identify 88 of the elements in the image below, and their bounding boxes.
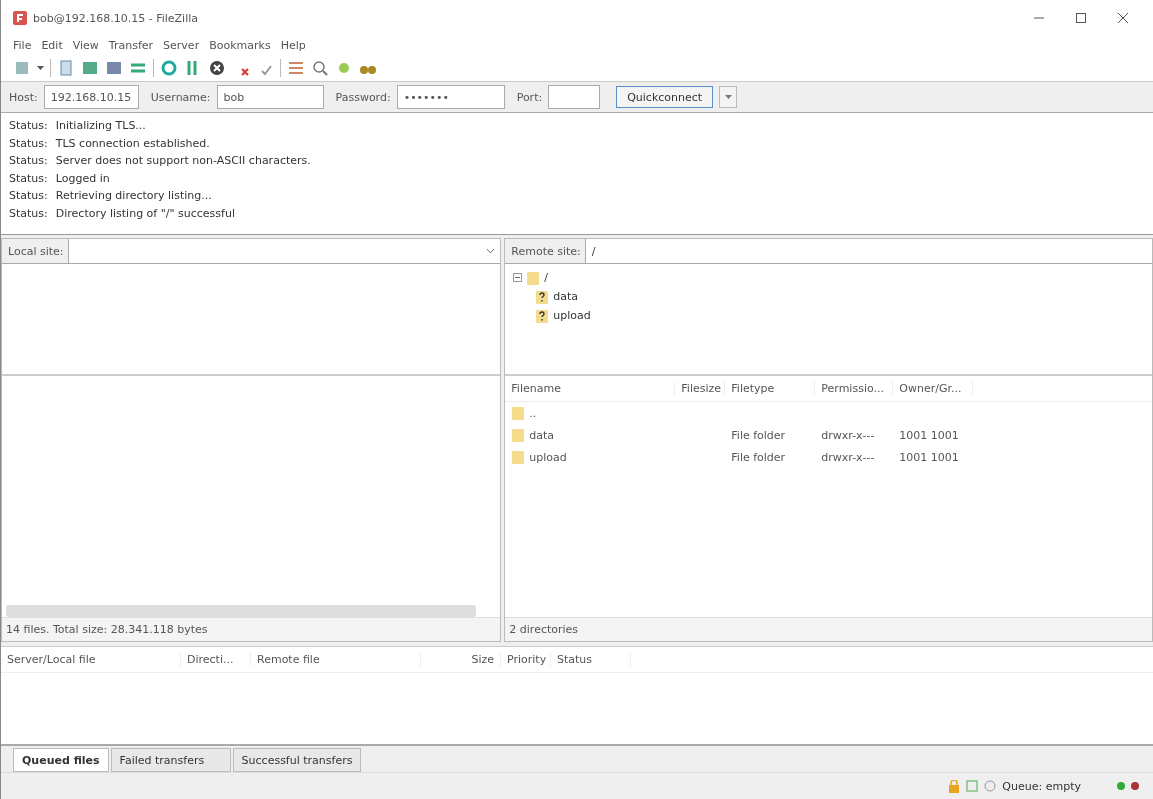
log-message: TLS connection established. <box>55 135 210 152</box>
log-message: Retrieving directory listing... <box>55 188 212 204</box>
column-header[interactable]: Filetype <box>725 382 816 395</box>
status-light-icon <box>1117 782 1125 790</box>
username-label: Username: <box>150 90 211 104</box>
menu-item[interactable]: Edit <box>41 39 63 52</box>
folder-icon <box>511 427 526 443</box>
password-field[interactable]: ••••••• <box>396 85 505 109</box>
lock-icon <box>948 779 961 793</box>
column-header[interactable]: Status <box>551 653 631 666</box>
host-label: Host: <box>9 90 38 104</box>
tree-item[interactable]: upload <box>553 309 591 322</box>
caret-icon[interactable] <box>37 66 44 70</box>
log-label: Status: <box>9 188 48 204</box>
password-label: Password: <box>335 90 391 104</box>
host-field[interactable]: 192.168.10.15 <box>43 85 139 109</box>
column-header[interactable]: Permissio... <box>815 382 894 395</box>
file-owner: 1001 1001 <box>899 450 959 464</box>
site-manager-icon[interactable] <box>13 59 31 77</box>
chevron-down-icon[interactable] <box>487 249 495 253</box>
queue-status: Queue: empty <box>1002 779 1081 793</box>
tree-item[interactable]: / <box>544 271 549 284</box>
menu-item[interactable]: Server <box>163 39 200 52</box>
log-label: Status: <box>9 205 48 222</box>
log-message: Directory listing of "/" successful <box>55 205 235 222</box>
column-header[interactable]: Filename <box>505 382 676 395</box>
speed-limit-icon <box>966 780 979 792</box>
local-site-label: Local site: <box>8 244 64 258</box>
menu-item[interactable]: Help <box>280 39 306 52</box>
caret-icon[interactable] <box>724 95 732 99</box>
quickconnect-button[interactable]: Quickconnect <box>616 86 714 108</box>
log-label: Status: <box>9 135 48 152</box>
file-type: File folder <box>731 450 786 464</box>
menu-item[interactable]: Bookmarks <box>209 39 271 52</box>
collapse-icon[interactable] <box>513 273 523 282</box>
local-status: 14 files. Total size: 28.341.118 bytes <box>2 617 501 641</box>
file-owner: 1001 1001 <box>899 428 959 442</box>
remote-site-field[interactable]: / <box>584 239 1152 263</box>
remote-site-label: Remote site: <box>511 244 581 258</box>
column-header[interactable]: Remote file <box>251 653 421 666</box>
log-message: Initializing TLS... <box>55 118 146 134</box>
file-name[interactable]: data <box>529 428 555 442</box>
folder-icon <box>511 449 526 465</box>
gauge-icon <box>984 780 997 792</box>
remote-status: 2 directories <box>505 617 1152 641</box>
folder-icon <box>511 405 526 421</box>
file-permissions: drwxr-x--- <box>821 428 875 442</box>
tab[interactable]: Failed transfers <box>110 748 231 772</box>
dropdown-button[interactable] <box>719 86 738 108</box>
file-type: File folder <box>731 428 786 442</box>
tree-item[interactable]: data <box>553 290 579 303</box>
port-label: Port: <box>516 90 543 104</box>
log-label: Status: <box>9 153 48 169</box>
log-label: Status: <box>9 118 48 134</box>
menu-item[interactable]: View <box>72 39 99 52</box>
app-logo-icon <box>13 11 27 25</box>
folder-icon <box>526 269 541 286</box>
tab[interactable]: Queued files <box>13 748 109 772</box>
maximize-icon[interactable] <box>1076 13 1086 23</box>
port-field[interactable] <box>548 85 601 109</box>
window-title: bob@192.168.10.15 - FileZilla <box>33 11 199 25</box>
search-icon[interactable] <box>311 59 329 77</box>
column-header[interactable]: Priority <box>501 653 551 666</box>
unknown-folder-icon <box>535 288 550 305</box>
message-log-icon[interactable] <box>57 59 75 77</box>
cancel-icon[interactable] <box>208 59 226 77</box>
column-header[interactable]: Directi... <box>181 653 251 666</box>
log-label: Status: <box>9 170 48 187</box>
column-header[interactable]: Filesize <box>675 382 726 395</box>
local-site-field[interactable] <box>67 239 501 263</box>
menu-item[interactable]: File <box>13 39 32 52</box>
unknown-folder-icon <box>535 307 550 324</box>
log-message: Logged in <box>55 170 110 187</box>
list-icon[interactable] <box>287 59 305 77</box>
file-permissions: drwxr-x--- <box>821 450 875 464</box>
refresh-icon[interactable] <box>160 59 178 77</box>
column-header[interactable]: Server/Local file <box>1 653 181 666</box>
file-name[interactable]: upload <box>529 450 567 464</box>
scrollbar[interactable] <box>6 605 476 617</box>
file-name[interactable]: .. <box>529 406 537 420</box>
log-message: Server does not support non-ASCII characters. <box>55 153 311 169</box>
column-header[interactable]: Owner/Gr... <box>893 382 974 395</box>
menu-item[interactable]: Transfer <box>108 39 154 52</box>
close-icon[interactable] <box>1118 13 1128 23</box>
tab[interactable]: Successful transfers <box>232 748 362 772</box>
status-light-icon <box>1131 782 1139 790</box>
username-field[interactable]: bob <box>216 85 324 109</box>
column-header[interactable]: Size <box>421 653 501 666</box>
